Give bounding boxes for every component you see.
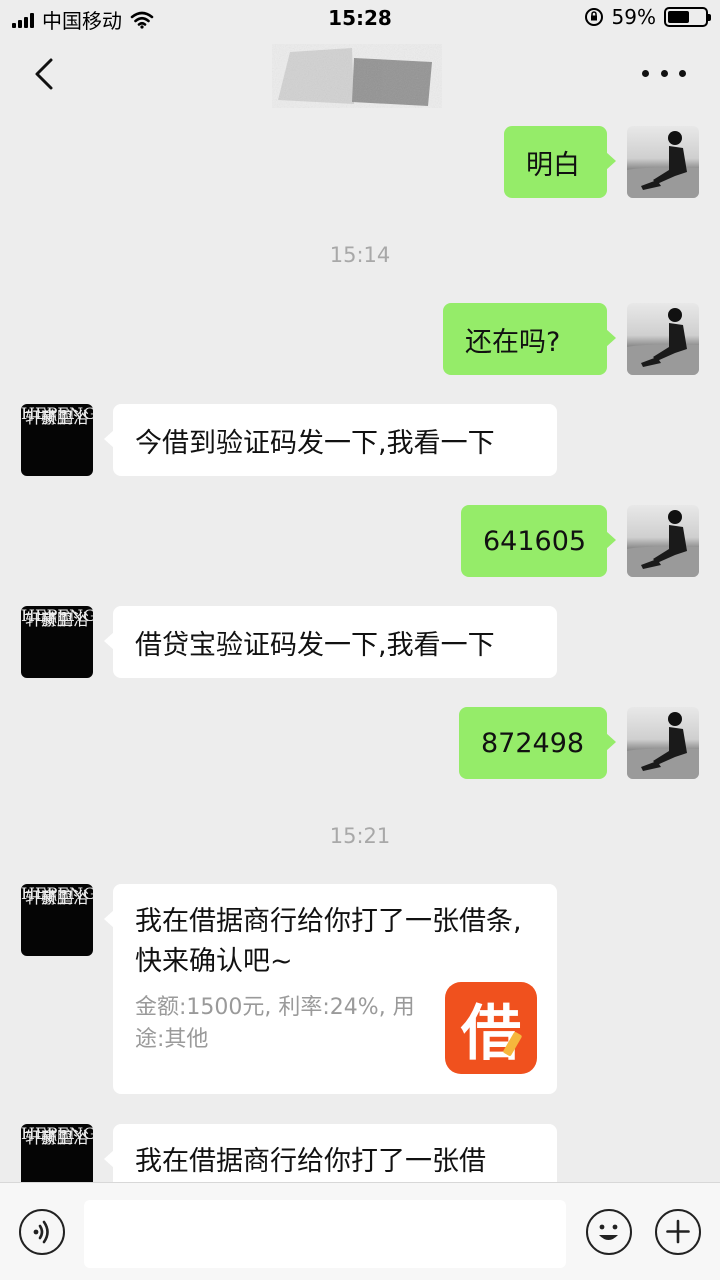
contact-avatar[interactable]: 赫鹏 HEPENG 轩豪卫浴 <box>21 404 93 476</box>
my-avatar[interactable] <box>627 126 699 198</box>
message-text: 还在吗? <box>465 326 561 358</box>
dot <box>679 69 686 77</box>
logo-text: 轩豪卫浴 <box>24 888 89 907</box>
dot <box>642 69 649 77</box>
card-title: 我在借据商行给你打了一张借条, 快来确认吧~ <box>135 906 522 977</box>
status-bar: 中国移动 15:28 59% <box>0 0 720 38</box>
contact-avatar[interactable]: 赫鹏 HEPENG 轩豪卫浴 <box>21 884 93 956</box>
voice-button[interactable] <box>19 1209 65 1255</box>
message-bubble-sent[interactable]: 641605 <box>461 505 616 577</box>
message-text: 872498 <box>481 727 585 759</box>
timestamp: 15:14 <box>329 243 391 267</box>
plus-icon <box>666 1219 690 1244</box>
rotation-lock-icon <box>584 8 603 26</box>
my-avatar[interactable] <box>627 303 699 375</box>
input-bar <box>0 1182 720 1280</box>
dot <box>660 69 668 77</box>
logo-text: 轩豪卫浴 <box>24 610 89 629</box>
message-bubble-received[interactable]: 今借到验证码发一下,我看一下 <box>104 404 557 476</box>
message-bubble-sent[interactable]: 872498 <box>459 707 616 779</box>
plus-button[interactable] <box>655 1209 701 1255</box>
person-silhouette-icon <box>627 712 699 779</box>
my-avatar[interactable] <box>627 505 699 577</box>
battery-icon <box>664 7 711 27</box>
my-avatar[interactable] <box>627 707 699 779</box>
logo-text: 轩豪卫浴 <box>24 408 89 427</box>
emoji-icon <box>599 1224 618 1240</box>
message-text: 641605 <box>483 525 587 557</box>
emoji-button[interactable] <box>586 1209 632 1255</box>
message-input[interactable] <box>84 1200 566 1268</box>
contact-avatar[interactable]: 赫鹏 HEPENG 轩豪卫浴 <box>21 606 93 678</box>
back-button[interactable] <box>24 54 64 94</box>
chevron-left-icon <box>35 58 53 90</box>
battery-fill <box>668 11 690 23</box>
timestamp: 15:21 <box>329 824 391 848</box>
more-button[interactable] <box>642 58 686 88</box>
message-bubble-received[interactable]: 借贷宝验证码发一下,我看一下 <box>104 606 557 678</box>
nav-bar <box>0 38 720 112</box>
message-text: 借贷宝验证码发一下,我看一下 <box>135 629 495 661</box>
message-bubble-sent[interactable]: 明白 <box>504 126 616 198</box>
battery-percent: 59% <box>611 5 656 29</box>
message-text: 明白 <box>526 149 580 181</box>
card-title: 我在借据商行给你打了一张借 <box>135 1146 486 1177</box>
status-right: 59% <box>584 5 711 29</box>
message-text: 今借到验证码发一下,我看一下 <box>135 427 495 459</box>
voice-icon <box>33 1220 49 1244</box>
loan-app-icon: 借 <box>445 982 537 1074</box>
loan-iou-card[interactable]: 我在借据商行给你打了一张借条, 快来确认吧~ 金额:1500元, 利率:24%,… <box>104 884 557 1094</box>
logo-text: 轩豪卫浴 <box>24 1128 89 1147</box>
person-silhouette-icon <box>627 308 699 375</box>
person-silhouette-icon <box>627 131 699 198</box>
message-bubble-sent[interactable]: 还在吗? <box>443 303 616 375</box>
card-detail: 金额:1500元, 利率:24%, 用途:其他 <box>135 995 415 1052</box>
person-silhouette-icon <box>627 510 699 577</box>
redacted-contact-name <box>272 44 442 108</box>
app-icon-glyph: 借 <box>461 998 521 1069</box>
